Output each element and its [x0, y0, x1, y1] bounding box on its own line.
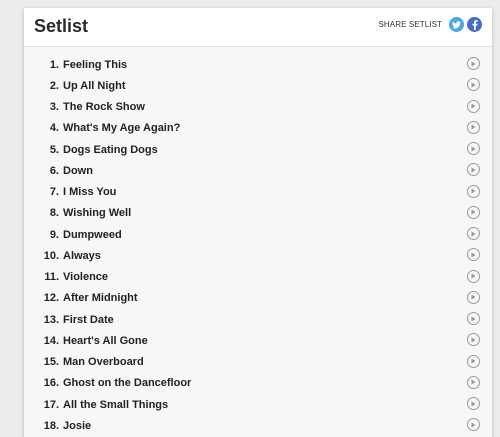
list-item: 9. Dumpweed — [24, 224, 492, 245]
play-circle-icon[interactable] — [467, 354, 480, 368]
setlist-list: 1. Feeling This 2. Up All Night 3. The Rock S… — [24, 54, 492, 437]
song-number: 9. — [49, 228, 59, 241]
song-title[interactable]: Dumpweed — [63, 229, 122, 241]
list-item: 7. I Miss You — [24, 182, 492, 203]
list-item: 3. The Rock Show — [24, 97, 492, 118]
play-circle-icon[interactable] — [467, 418, 480, 432]
song-number: 6. — [49, 164, 59, 177]
song-title[interactable]: Dogs Eating Dogs — [63, 144, 158, 156]
list-item: 14. Heart's All Gone — [24, 330, 492, 351]
song-number: 3. — [49, 101, 59, 114]
play-circle-icon[interactable] — [467, 78, 480, 92]
facebook-icon — [472, 19, 477, 30]
song-number: 8. — [49, 207, 59, 220]
song-number: 7. — [49, 186, 59, 199]
song-title[interactable]: Heart's All Gone — [63, 335, 148, 347]
song-title[interactable]: Always — [63, 250, 101, 262]
list-item: 13. First Date — [24, 309, 492, 330]
setlist-card: Setlist SHARE SETLIST 1. Feeling This 2. Up… — [24, 8, 492, 437]
song-number: 15. — [43, 356, 59, 369]
play-circle-icon[interactable] — [467, 163, 480, 177]
list-item: 10. Always — [24, 245, 492, 266]
play-circle-icon[interactable] — [467, 375, 480, 389]
song-number: 16. — [43, 377, 59, 390]
play-circle-icon[interactable] — [467, 99, 480, 113]
song-number: 17. — [43, 398, 59, 411]
page-title: Setlist — [34, 16, 89, 36]
play-circle-icon[interactable] — [467, 333, 480, 347]
play-circle-icon[interactable] — [467, 312, 480, 325]
play-circle-icon[interactable] — [467, 248, 480, 262]
song-title[interactable]: Up All Night — [63, 80, 126, 92]
play-circle-icon[interactable] — [467, 227, 480, 240]
song-title[interactable]: All the Small Things — [63, 399, 168, 411]
song-number: 18. — [43, 419, 59, 432]
share-setlist: SHARE SETLIST — [378, 17, 482, 32]
list-item: 1. Feeling This — [24, 54, 492, 75]
song-title[interactable]: The Rock Show — [63, 101, 145, 113]
play-circle-icon[interactable] — [467, 269, 480, 283]
song-number: 5. — [49, 143, 59, 156]
song-title[interactable]: Violence — [63, 271, 108, 283]
list-item: 12. After Midnight — [24, 288, 492, 309]
song-number: 4. — [49, 122, 59, 135]
facebook-share-button[interactable] — [467, 17, 482, 32]
play-circle-icon[interactable] — [467, 120, 480, 134]
list-item: 11. Violence — [24, 267, 492, 288]
song-number: 12. — [43, 292, 59, 305]
list-item: 16. Ghost on the Dancefloor — [24, 373, 492, 394]
play-circle-icon[interactable] — [467, 205, 480, 219]
list-item: 15. Man Overboard — [24, 352, 492, 373]
list-item: 18. Josie — [24, 415, 492, 436]
song-title[interactable]: First Date — [63, 314, 114, 326]
song-number: 13. — [43, 313, 59, 326]
list-item: 6. Down — [24, 160, 492, 181]
song-title[interactable]: After Midnight — [63, 292, 138, 304]
song-title[interactable]: Wishing Well — [63, 207, 131, 219]
list-item: 8. Wishing Well — [24, 203, 492, 224]
song-title[interactable]: What's My Age Again? — [63, 122, 180, 134]
song-number: 14. — [43, 334, 59, 347]
play-circle-icon[interactable] — [467, 142, 480, 155]
song-number: 10. — [43, 249, 59, 262]
song-title[interactable]: Man Overboard — [63, 356, 144, 368]
song-number: 2. — [49, 79, 59, 92]
song-number: 11. — [44, 271, 59, 284]
song-title[interactable]: Josie — [63, 420, 91, 432]
page: Setlist SHARE SETLIST 1. Feeling This 2. Up… — [0, 0, 500, 437]
list-item: 5. Dogs Eating Dogs — [24, 139, 492, 160]
setlist-header: Setlist SHARE SETLIST — [24, 8, 492, 47]
song-number: 1. — [49, 58, 59, 71]
twitter-share-button[interactable] — [449, 17, 464, 32]
song-title[interactable]: Feeling This — [63, 59, 127, 71]
play-circle-icon[interactable] — [467, 290, 480, 304]
play-circle-icon[interactable] — [467, 397, 480, 410]
play-circle-icon[interactable] — [467, 184, 480, 198]
play-circle-icon[interactable] — [467, 57, 480, 70]
list-item: 4. What's My Age Again? — [24, 118, 492, 139]
list-item: 17. All the Small Things — [24, 394, 492, 415]
twitter-icon — [452, 20, 461, 29]
song-title[interactable]: I Miss You — [63, 186, 116, 198]
song-title[interactable]: Ghost on the Dancefloor — [63, 377, 191, 389]
song-title[interactable]: Down — [63, 165, 93, 177]
share-setlist-label: SHARE SETLIST — [378, 20, 442, 29]
list-item: 2. Up All Night — [24, 75, 492, 96]
